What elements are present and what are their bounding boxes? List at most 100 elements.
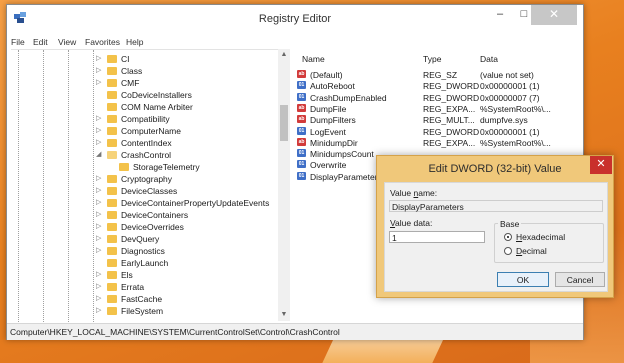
tree-item[interactable]: ▷ Compatibility <box>11 113 281 125</box>
column-header-type[interactable]: Type <box>423 54 441 64</box>
tree-item-label: StorageTelemetry <box>133 162 200 172</box>
value-data: dumpfve.sys <box>480 115 528 126</box>
minimize-button[interactable]: – <box>487 5 513 25</box>
cancel-button[interactable]: Cancel <box>555 272 605 287</box>
folder-icon <box>107 103 117 111</box>
collapse-arrow-icon[interactable]: ◢ <box>96 150 101 158</box>
scroll-up-arrow-icon[interactable]: ▲ <box>278 49 290 61</box>
registry-value-row[interactable]: ab DumpFilters REG_MULT... dumpfve.sys <box>294 114 581 125</box>
scroll-down-arrow-icon[interactable]: ▼ <box>278 309 290 321</box>
expand-arrow-icon[interactable]: ▷ <box>96 246 101 254</box>
tree-item[interactable]: ▷ Class <box>11 65 281 77</box>
expand-arrow-icon[interactable]: ▷ <box>96 198 101 206</box>
ok-button[interactable]: OK <box>497 272 549 287</box>
folder-icon <box>107 175 117 183</box>
expand-arrow-icon[interactable]: ▷ <box>96 186 101 194</box>
registry-value-row[interactable]: ab DumpFile REG_EXPA... %SystemRoot%\... <box>294 103 581 114</box>
status-bar: Computer\HKEY_LOCAL_MACHINE\SYSTEM\Curre… <box>7 323 583 340</box>
expand-arrow-icon[interactable]: ▷ <box>96 54 101 62</box>
tree-item[interactable]: ▷ DeviceContainerPropertyUpdateEvents <box>11 197 281 209</box>
expand-arrow-icon[interactable]: ▷ <box>96 270 101 278</box>
registry-value-row[interactable]: ab MinidumpDir REG_EXPA... %SystemRoot%\... <box>294 137 581 148</box>
tree-item-label: Els <box>121 270 133 280</box>
hexadecimal-radio[interactable] <box>504 233 512 241</box>
expand-arrow-icon[interactable]: ▷ <box>96 78 101 86</box>
registry-value-row[interactable]: ab (Default) REG_SZ (value not set) <box>294 69 581 80</box>
folder-icon <box>107 283 117 291</box>
value-name: MinidumpDir <box>310 137 358 148</box>
menu-help[interactable]: Help <box>126 37 143 47</box>
tree-item[interactable]: ▷ DeviceOverrides <box>11 221 281 233</box>
tree-item[interactable]: COM Name Arbiter <box>11 101 281 113</box>
tree-item[interactable]: ▷ DeviceContainers <box>11 209 281 221</box>
status-path: Computer\HKEY_LOCAL_MACHINE\SYSTEM\Curre… <box>10 327 340 337</box>
tree-item[interactable]: ▷ Cryptography <box>11 173 281 185</box>
title-bar[interactable]: Registry Editor – □ ✕ <box>7 5 583 33</box>
base-group <box>494 223 604 263</box>
menu-edit[interactable]: Edit <box>33 37 48 47</box>
expand-arrow-icon[interactable]: ▷ <box>96 234 101 242</box>
menu-view[interactable]: View <box>58 37 76 47</box>
menu-file[interactable]: File <box>11 37 25 47</box>
value-name: DisplayParameters <box>310 171 382 182</box>
tree-item-label: Compatibility <box>121 114 170 124</box>
tree-item[interactable]: ▷ Els <box>11 269 281 281</box>
value-data: %SystemRoot%\... <box>480 137 551 148</box>
folder-icon <box>107 307 117 315</box>
value-name: DumpFilters <box>310 115 356 126</box>
value-type: REG_DWORD <box>423 81 480 92</box>
folder-icon <box>107 199 117 207</box>
registry-key-tree[interactable]: ▷ CI ▷ Class ▷ CMF CoDeviceInstallers COM Name … <box>11 49 290 322</box>
tree-item[interactable]: CoDeviceInstallers <box>11 89 281 101</box>
expand-arrow-icon[interactable]: ▷ <box>96 174 101 182</box>
registry-value-row[interactable]: 01 AutoReboot REG_DWORD 0x00000001 (1) <box>294 80 581 91</box>
tree-item[interactable]: ▷ ComputerName <box>11 125 281 137</box>
column-header-name[interactable]: Name <box>302 54 325 64</box>
folder-icon <box>107 79 117 87</box>
tree-item[interactable]: ▷ DevQuery <box>11 233 281 245</box>
column-header-data[interactable]: Data <box>480 54 498 64</box>
registry-value-row[interactable]: 01 LogEvent REG_DWORD 0x00000001 (1) <box>294 126 581 137</box>
expand-arrow-icon[interactable]: ▷ <box>96 222 101 230</box>
value-type: REG_MULT... <box>423 115 475 126</box>
tree-item[interactable]: ▷ FastCache <box>11 293 281 305</box>
string-value-icon: ab <box>297 115 306 124</box>
tree-scrollbar[interactable]: ▲ ▼ <box>278 49 290 321</box>
tree-item[interactable]: ▷ CI <box>11 53 281 65</box>
expand-arrow-icon[interactable]: ▷ <box>96 210 101 218</box>
expand-arrow-icon[interactable]: ▷ <box>96 126 101 134</box>
folder-icon <box>119 163 129 171</box>
tree-item[interactable]: StorageTelemetry <box>11 161 281 173</box>
value-data-label: Value data: <box>390 218 433 228</box>
tree-item[interactable]: ▷ Errata <box>11 281 281 293</box>
hexadecimal-label[interactable]: Hexadecimal <box>516 232 565 242</box>
expand-arrow-icon[interactable]: ▷ <box>96 138 101 146</box>
menu-favorites[interactable]: Favorites <box>85 37 120 47</box>
folder-icon <box>107 223 117 231</box>
tree-item[interactable]: ▷ FileSystem <box>11 305 281 317</box>
expand-arrow-icon[interactable]: ▷ <box>96 114 101 122</box>
decimal-radio[interactable] <box>504 247 512 255</box>
expand-arrow-icon[interactable]: ▷ <box>96 294 101 302</box>
tree-item[interactable]: ▷ CMF <box>11 77 281 89</box>
expand-arrow-icon[interactable]: ▷ <box>96 282 101 290</box>
value-data-input[interactable]: 1 <box>389 231 485 243</box>
tree-item-label: DeviceContainers <box>121 210 189 220</box>
tree-item-label: DeviceOverrides <box>121 222 184 232</box>
tree-item[interactable]: ▷ Diagnostics <box>11 245 281 257</box>
tree-item[interactable]: ▷ ContentIndex <box>11 137 281 149</box>
close-button[interactable]: ✕ <box>531 5 577 25</box>
value-data: 0x00000001 (1) <box>480 126 540 137</box>
registry-value-row[interactable]: 01 CrashDumpEnabled REG_DWORD 0x00000007 (7… <box>294 92 581 103</box>
tree-item[interactable]: EarlyLaunch <box>11 257 281 269</box>
tree-item[interactable]: ▷ DeviceClasses <box>11 185 281 197</box>
edit-dword-dialog: Edit DWORD (32-bit) Value ✕ Value name: … <box>376 155 614 298</box>
folder-icon <box>107 127 117 135</box>
expand-arrow-icon[interactable]: ▷ <box>96 66 101 74</box>
scroll-thumb[interactable] <box>280 105 288 141</box>
string-value-icon: ab <box>297 103 306 112</box>
expand-arrow-icon[interactable]: ▷ <box>96 306 101 314</box>
decimal-label[interactable]: Decimal <box>516 246 547 256</box>
dialog-close-button[interactable]: ✕ <box>590 156 612 174</box>
tree-item[interactable]: ◢ CrashControl <box>11 149 281 161</box>
